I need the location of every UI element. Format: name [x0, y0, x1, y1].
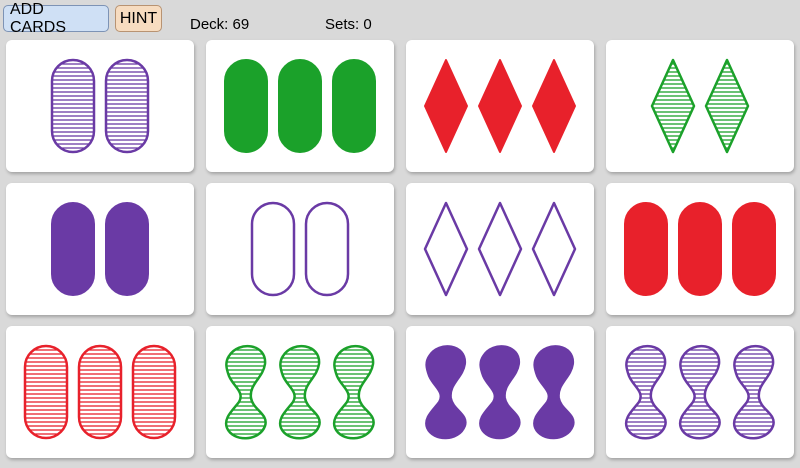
deck-count: Deck: 69: [190, 16, 250, 33]
oval-symbol: [678, 202, 722, 296]
diamond-symbol: [424, 59, 468, 153]
squiggle-symbol: [425, 345, 467, 440]
oval-symbol: [131, 344, 177, 440]
diamond-symbol: [650, 58, 696, 154]
squiggle-symbol: [732, 344, 775, 440]
card-3-green-striped-squiggle[interactable]: [206, 326, 394, 458]
oval-symbol: [304, 201, 350, 297]
card-3-green-solid-oval[interactable]: [206, 40, 394, 172]
squiggle-symbol: [533, 345, 575, 440]
card-3-red-solid-diamond[interactable]: [406, 40, 594, 172]
card-2-green-striped-diamond[interactable]: [606, 40, 794, 172]
card-2-purple-striped-oval[interactable]: [6, 40, 194, 172]
oval-symbol: [278, 59, 322, 153]
squiggle-symbol: [332, 344, 375, 440]
diamond-symbol: [477, 201, 523, 297]
card-2-purple-empty-oval[interactable]: [206, 183, 394, 315]
diamond-symbol: [704, 58, 750, 154]
oval-symbol: [77, 344, 123, 440]
squiggle-symbol: [278, 344, 321, 440]
card-3-purple-striped-squiggle[interactable]: [606, 326, 794, 458]
card-3-red-solid-oval[interactable]: [606, 183, 794, 315]
oval-symbol: [105, 202, 149, 296]
diamond-symbol: [532, 59, 576, 153]
oval-symbol: [224, 59, 268, 153]
card-3-purple-empty-diamond[interactable]: [406, 183, 594, 315]
oval-symbol: [23, 344, 69, 440]
oval-symbol: [732, 202, 776, 296]
card-3-red-striped-oval[interactable]: [6, 326, 194, 458]
oval-symbol: [332, 59, 376, 153]
oval-symbol: [624, 202, 668, 296]
diamond-symbol: [531, 201, 577, 297]
add-cards-button[interactable]: ADD CARDS: [3, 1, 109, 36]
squiggle-symbol: [479, 345, 521, 440]
card-3-purple-solid-squiggle[interactable]: [406, 326, 594, 458]
oval-symbol: [50, 58, 96, 154]
sets-count: Sets: 0: [325, 16, 372, 33]
oval-symbol: [250, 201, 296, 297]
diamond-symbol: [423, 201, 469, 297]
oval-symbol: [51, 202, 95, 296]
toolbar: ADD CARDS HINT Deck: 69 Sets: 0: [0, 0, 800, 38]
card-2-purple-solid-oval[interactable]: [6, 183, 194, 315]
squiggle-symbol: [678, 344, 721, 440]
hint-button[interactable]: HINT: [115, 5, 162, 32]
diamond-symbol: [478, 59, 522, 153]
oval-symbol: [104, 58, 150, 154]
squiggle-symbol: [224, 344, 267, 440]
squiggle-symbol: [624, 344, 667, 440]
